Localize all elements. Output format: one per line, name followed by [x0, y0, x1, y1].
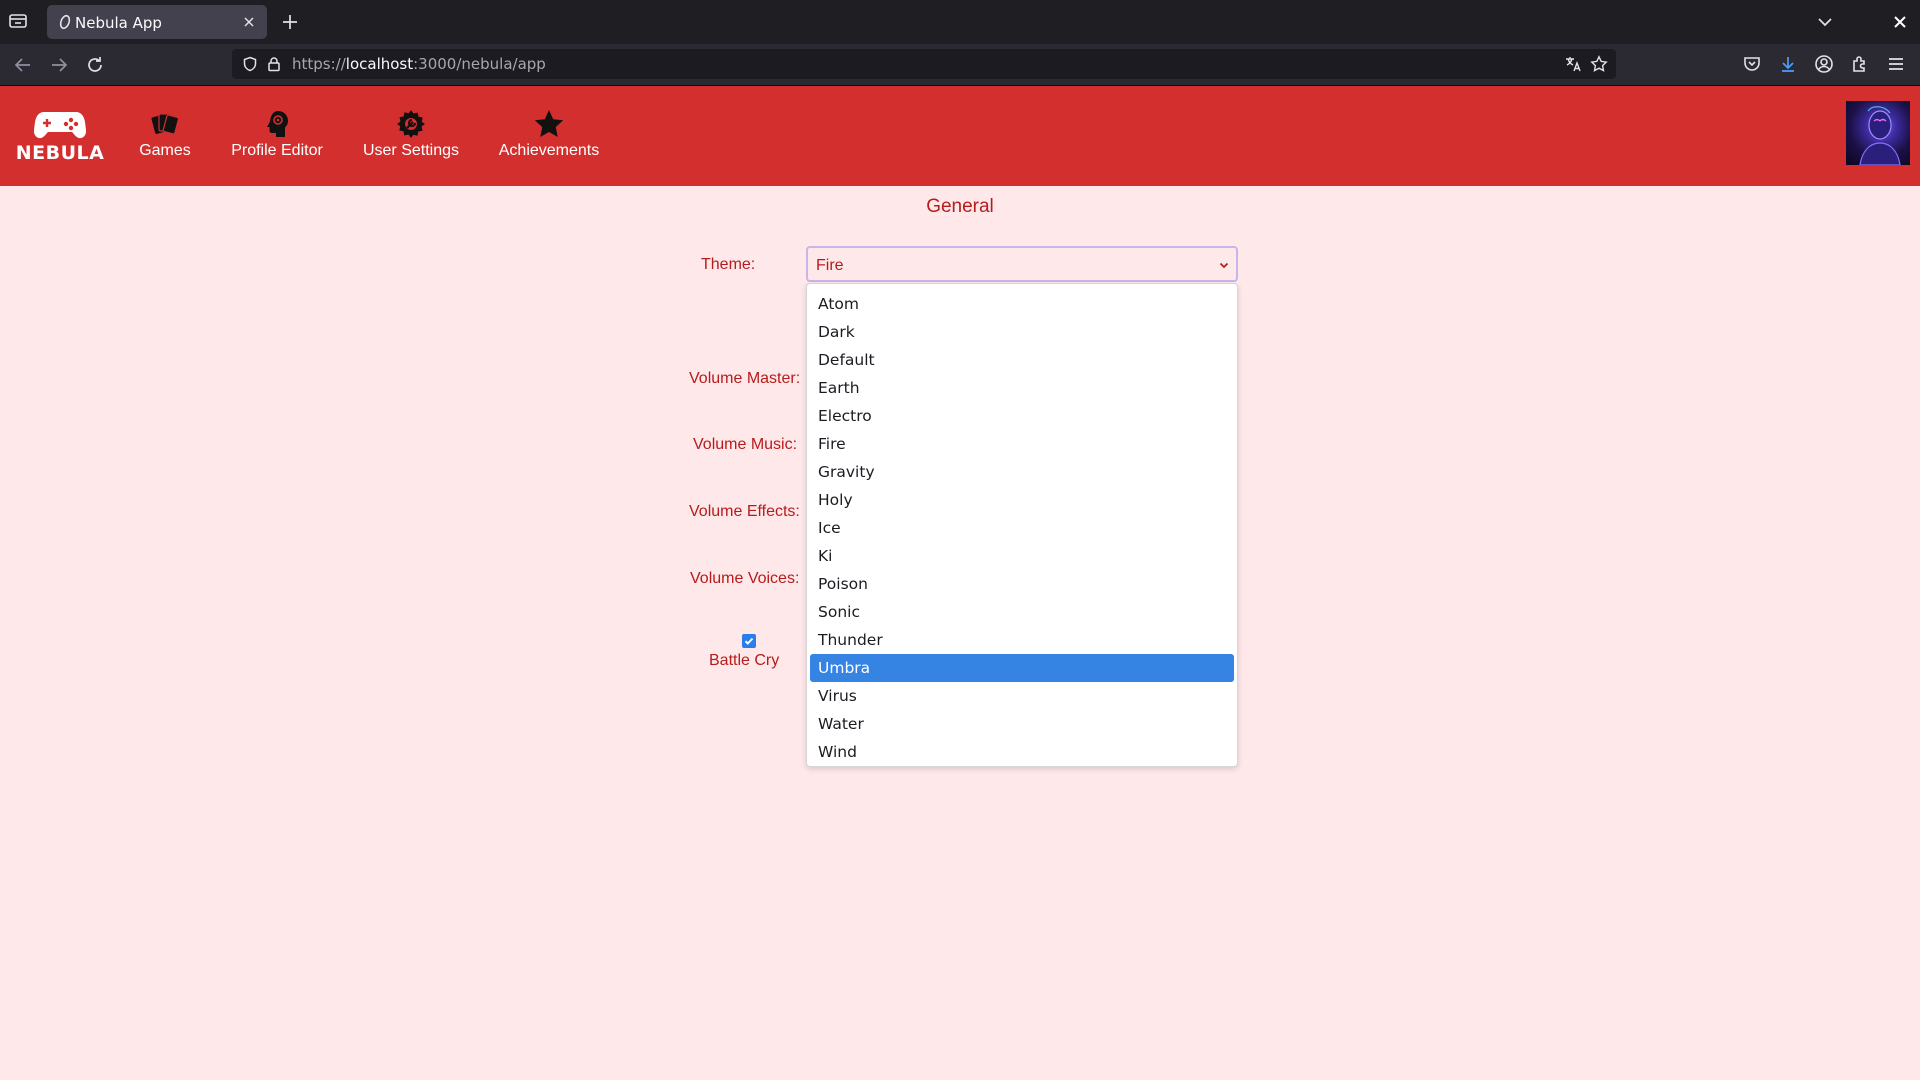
nav-label-games: Games — [139, 142, 191, 159]
url-bar[interactable]: https://localhost:3000/nebula/app — [232, 49, 1616, 79]
chevron-down-icon[interactable] — [1815, 12, 1835, 32]
nav-item-achievements[interactable]: Achievements — [497, 108, 601, 168]
chevron-down-icon — [1219, 262, 1229, 269]
download-icon[interactable] — [1778, 54, 1798, 74]
theme-option-ice[interactable]: Ice — [810, 514, 1234, 542]
volume-music-label: Volume Music: — [693, 436, 798, 453]
theme-option-earth[interactable]: Earth — [810, 374, 1234, 402]
gamepad-icon — [34, 112, 86, 139]
tab-list-icon[interactable] — [8, 12, 32, 32]
pocket-icon[interactable] — [1742, 54, 1762, 74]
checkmark-icon — [744, 637, 754, 645]
theme-option-ki[interactable]: Ki — [810, 542, 1234, 570]
battle-cry-label: Battle Cry — [709, 652, 780, 669]
url-scheme: https:// — [292, 55, 346, 73]
theme-option-umbra[interactable]: Umbra — [810, 654, 1234, 682]
theme-option-dark[interactable]: Dark — [810, 318, 1234, 346]
browser-tab-bar: Nebula App — [0, 0, 1920, 44]
nav-item-profile-editor[interactable]: Profile Editor — [230, 108, 324, 168]
nav-label-user-settings: User Settings — [362, 142, 460, 159]
forward-arrow-icon[interactable] — [48, 54, 70, 76]
theme-option-holy[interactable]: Holy — [810, 486, 1234, 514]
theme-option-electro[interactable]: Electro — [810, 402, 1234, 430]
back-arrow-icon[interactable] — [12, 54, 34, 76]
battle-cry-checkbox[interactable] — [742, 634, 756, 648]
browser-tab[interactable]: Nebula App — [47, 5, 267, 39]
volume-effects-label: Volume Effects: — [689, 503, 800, 520]
nav-label-achievements: Achievements — [498, 142, 600, 159]
nav-item-games[interactable]: Games — [138, 108, 192, 168]
close-tab-icon[interactable] — [239, 12, 259, 32]
theme-dropdown-list: Atom Dark Default Earth Electro Fire Gravity Ho… — [806, 283, 1238, 767]
theme-option-fire[interactable]: Fire — [810, 430, 1234, 458]
hamburger-menu-icon[interactable] — [1886, 54, 1906, 74]
theme-option-virus[interactable]: Virus — [810, 682, 1234, 710]
nav-label-profile-editor: Profile Editor — [231, 142, 323, 159]
nebula-favicon-icon — [57, 14, 73, 30]
translate-icon[interactable] — [1564, 55, 1582, 73]
app-header: NEBULA Games Profile Editor User Setting… — [0, 86, 1920, 186]
section-title-general: General — [926, 196, 994, 217]
head-gear-icon — [267, 111, 288, 137]
star-icon — [534, 110, 564, 137]
reload-icon[interactable] — [84, 54, 106, 76]
shield-icon[interactable] — [242, 56, 258, 72]
extensions-puzzle-icon[interactable] — [1850, 54, 1870, 74]
volume-master-label: Volume Master: — [689, 370, 801, 387]
nav-item-user-settings[interactable]: User Settings — [362, 108, 460, 168]
window-close-icon[interactable] — [1890, 12, 1910, 32]
theme-option-poison[interactable]: Poison — [810, 570, 1234, 598]
theme-option-wind[interactable]: Wind — [810, 738, 1234, 766]
theme-option-water[interactable]: Water — [810, 710, 1234, 738]
nebula-logo[interactable]: NEBULA — [16, 96, 104, 176]
url-host: localhost — [345, 55, 414, 73]
tab-title: Nebula App — [75, 14, 162, 32]
theme-select[interactable]: Fire — [806, 246, 1238, 282]
browser-nav-bar: https://localhost:3000/nebula/app — [0, 44, 1920, 86]
theme-option-sonic[interactable]: Sonic — [810, 598, 1234, 626]
theme-option-gravity[interactable]: Gravity — [810, 458, 1234, 486]
theme-option-list: Atom Dark Default Earth Electro Fire Gravity Ho… — [810, 290, 1234, 766]
account-icon[interactable] — [1814, 54, 1834, 74]
theme-label: Theme: — [701, 256, 756, 273]
bookmark-star-icon[interactable] — [1590, 55, 1608, 73]
theme-select-value: Fire — [816, 257, 844, 274]
cards-icon — [151, 113, 180, 135]
gear-wrench-icon — [397, 110, 425, 138]
volume-voices-label: Volume Voices: — [690, 570, 800, 587]
url-text[interactable]: https://localhost:3000/nebula/app — [292, 55, 546, 73]
user-avatar[interactable] — [1846, 101, 1910, 165]
new-tab-plus-icon[interactable] — [280, 12, 300, 32]
lock-icon[interactable] — [266, 56, 282, 72]
theme-option-thunder[interactable]: Thunder — [810, 626, 1234, 654]
url-path: :3000/nebula/app — [413, 55, 546, 73]
theme-option-default[interactable]: Default — [810, 346, 1234, 374]
logo-text: NEBULA — [15, 142, 105, 164]
theme-option-atom[interactable]: Atom — [810, 290, 1234, 318]
